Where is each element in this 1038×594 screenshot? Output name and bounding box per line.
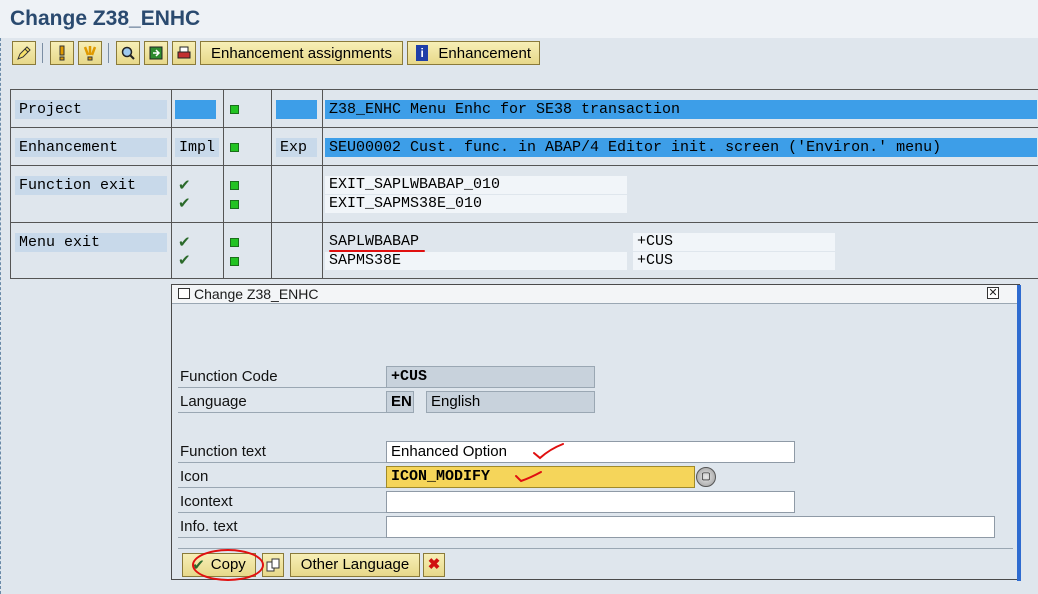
other-language-label: Other Language: [300, 556, 410, 573]
column-divider: [223, 90, 224, 278]
translate-icon[interactable]: [262, 553, 284, 577]
function-exit-item[interactable]: EXIT_SAPMS38E_010: [325, 195, 627, 213]
function-exit-status-led: [230, 181, 239, 190]
enhancement-exp: Exp: [276, 138, 317, 157]
row-divider: [11, 127, 1038, 128]
language-code: EN: [386, 391, 414, 413]
function-exit-label: Function exit: [15, 176, 167, 195]
print-icon[interactable]: [172, 41, 196, 65]
icontext-input[interactable]: [386, 491, 795, 513]
toolbar-separator: [42, 43, 43, 63]
info-icon: i: [416, 45, 429, 61]
change-dialog: Change Z38_ENHC ✕ Function Code +CUS Lan…: [171, 284, 1021, 581]
enhancement-impl: Impl: [175, 138, 219, 157]
function-text-input[interactable]: Enhanced Option: [386, 441, 795, 463]
menu-exit-status-led: [230, 238, 239, 247]
menu-exit-status-led: [230, 257, 239, 266]
left-divider: [0, 38, 2, 594]
row-divider: [11, 165, 1038, 166]
checkmark-icon: ✔: [178, 176, 191, 194]
checkmark-icon: ✔: [178, 194, 191, 212]
save-local-icon[interactable]: [144, 41, 168, 65]
exclamation-icon[interactable]: [50, 41, 74, 65]
project-text[interactable]: Z38_ENHC Menu Enhc for SE38 transaction: [325, 100, 1037, 119]
checkmark-icon: ✔: [178, 233, 191, 251]
menu-exit-label: Menu exit: [15, 233, 167, 252]
edit-pencil-icon[interactable]: [12, 41, 36, 65]
red-check-annotation: [515, 471, 542, 483]
title-bar: Change Z38_ENHC: [0, 0, 1038, 38]
menu-exit-code[interactable]: +CUS: [633, 233, 835, 251]
enhancement-button[interactable]: i Enhancement: [407, 41, 540, 65]
dialog-title-bar: Change Z38_ENHC ✕: [172, 285, 1019, 304]
search-icon[interactable]: [116, 41, 140, 65]
enhancement-text[interactable]: SEU00002 Cust. func. in ABAP/4 Editor in…: [325, 138, 1037, 157]
checkmark-icon: ✔: [178, 251, 191, 269]
menu-exit-code[interactable]: +CUS: [633, 252, 835, 270]
project-label: Project: [15, 100, 167, 119]
close-icon[interactable]: ✕: [987, 287, 999, 299]
red-circle-annotation: [192, 549, 264, 581]
enhancement-grid: Project Z38_ENHC Menu Enhc for SE38 tran…: [10, 89, 1038, 279]
page-title: Change Z38_ENHC: [10, 7, 201, 30]
other-language-button[interactable]: Other Language: [290, 553, 420, 577]
icontext-label: Icontext: [178, 491, 386, 513]
menu-exit-program[interactable]: SAPMS38E: [325, 252, 627, 270]
column-divider: [322, 90, 323, 278]
enhancement-status-led: [230, 143, 239, 152]
column-divider: [171, 90, 172, 278]
enhancement-label: Enhancement: [438, 44, 531, 62]
enhancement-label: Enhancement: [15, 138, 167, 157]
function-code-value: +CUS: [386, 366, 595, 388]
cancel-icon[interactable]: ✖: [423, 553, 445, 577]
function-exit-item[interactable]: EXIT_SAPLWBABAP_010: [325, 176, 627, 194]
application-toolbar: Enhancement assignments i Enhancement: [8, 40, 1032, 66]
search-help-icon[interactable]: ▢: [696, 467, 716, 487]
dialog-title: Change Z38_ENHC: [194, 286, 319, 302]
function-exit-status-led: [230, 200, 239, 209]
dialog-footer: ✔ Copy Other Language ✖: [178, 548, 1013, 577]
row-divider: [11, 222, 1038, 223]
function-code-label: Function Code: [178, 366, 386, 388]
dialog-edge: [1017, 285, 1021, 581]
project-impl-cell: [175, 100, 216, 119]
info-text-label: Info. text: [178, 516, 386, 538]
column-divider: [271, 90, 272, 278]
language-name: English: [426, 391, 595, 413]
multi-exclamation-icon[interactable]: [78, 41, 102, 65]
toolbar-separator: [108, 43, 109, 63]
info-text-input[interactable]: [386, 516, 995, 538]
window-icon: [178, 288, 190, 299]
project-status-led: [230, 105, 239, 114]
icon-label: Icon: [178, 466, 386, 488]
project-exp-cell: [276, 100, 317, 119]
function-text-label: Function text: [178, 441, 386, 463]
red-check-annotation: [533, 443, 564, 460]
enhancement-assignments-label: Enhancement assignments: [211, 44, 392, 62]
language-label: Language: [178, 391, 386, 413]
menu-exit-program[interactable]: SAPLWBABAP: [325, 233, 627, 251]
enhancement-assignments-button[interactable]: Enhancement assignments: [200, 41, 403, 65]
